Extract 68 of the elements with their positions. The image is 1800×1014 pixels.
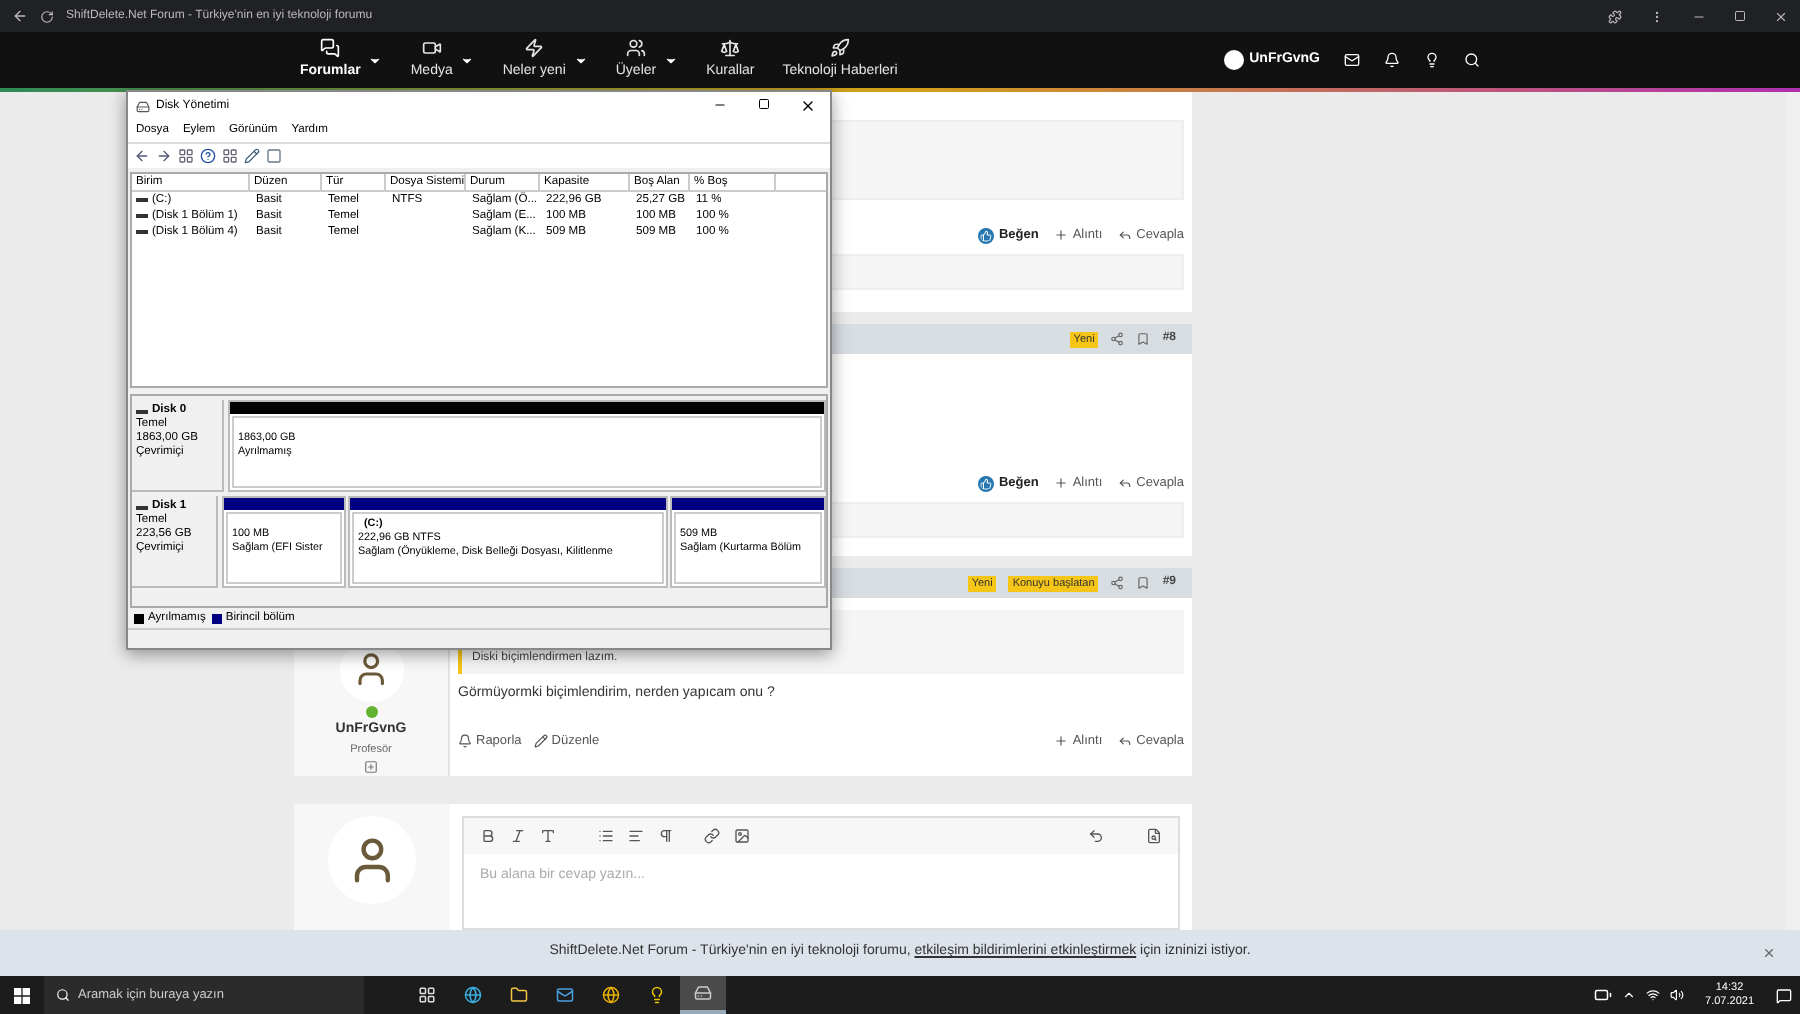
plus-icon [1054, 228, 1069, 243]
plus-icon [1054, 476, 1069, 491]
badge-icon [364, 759, 378, 774]
search-icon [56, 988, 70, 1002]
caret-icon[interactable] [368, 53, 383, 67]
caret-icon[interactable] [664, 53, 679, 67]
task-view-icon [418, 986, 436, 1004]
grid-icon[interactable] [178, 148, 194, 164]
help-icon[interactable] [200, 148, 216, 164]
image-icon[interactable] [734, 828, 750, 844]
maximize-icon[interactable] [1734, 10, 1746, 22]
bookmark-icon[interactable] [1136, 576, 1151, 590]
notifications-icon[interactable] [1776, 987, 1792, 1003]
video-camera-icon [421, 37, 442, 58]
thumbs-up-icon [978, 475, 995, 492]
lightning-icon [524, 37, 545, 58]
share-icon[interactable] [1110, 576, 1125, 590]
lightbulb-icon[interactable] [1424, 52, 1440, 68]
align-icon[interactable] [628, 828, 644, 844]
bookmark-icon[interactable] [1136, 332, 1151, 346]
avatar [1223, 50, 1244, 70]
reply-icon [1118, 228, 1133, 243]
close-icon[interactable] [1774, 9, 1788, 23]
undo-icon[interactable] [1088, 828, 1104, 844]
text-size-icon[interactable] [540, 828, 556, 844]
list-icon[interactable] [598, 828, 614, 844]
reply-icon [1118, 476, 1133, 491]
forward-icon[interactable] [156, 148, 172, 164]
thumbs-up-icon [978, 227, 995, 244]
bell-icon[interactable] [1384, 52, 1400, 68]
windows-logo-icon[interactable] [14, 987, 30, 1003]
mail-icon[interactable] [1344, 52, 1360, 68]
refresh-icon[interactable] [40, 9, 54, 23]
puzzle-icon[interactable] [1608, 9, 1622, 23]
avatar[interactable] [328, 816, 416, 904]
paragraph-icon[interactable] [658, 828, 674, 844]
bell-icon [458, 733, 472, 748]
caret-icon[interactable] [573, 53, 588, 67]
app-icon [648, 986, 666, 1004]
chevron-up-icon[interactable] [1621, 988, 1636, 1002]
scrollbar[interactable] [1786, 92, 1800, 930]
back-icon[interactable] [12, 8, 28, 24]
plus-icon [1054, 733, 1069, 748]
people-icon [625, 37, 646, 58]
caret-icon[interactable] [460, 53, 475, 67]
battery-icon[interactable] [1593, 986, 1612, 1004]
scales-icon [720, 37, 741, 58]
pencil-icon[interactable] [244, 148, 260, 164]
rocket-icon [830, 37, 851, 58]
network-icon[interactable] [1645, 988, 1660, 1002]
chat-bubbles-icon [320, 37, 341, 58]
reply-icon [1118, 733, 1133, 748]
volume-icon[interactable] [1669, 988, 1684, 1002]
pencil-icon [533, 733, 548, 748]
link-icon[interactable] [704, 828, 720, 844]
globe-icon [464, 986, 482, 1004]
preview-icon[interactable] [1146, 828, 1162, 844]
bold-icon[interactable] [480, 828, 496, 844]
search-icon[interactable] [1464, 52, 1480, 68]
mail-icon [556, 986, 574, 1004]
more-icon[interactable] [1650, 9, 1664, 23]
panel-icon[interactable] [266, 148, 282, 164]
italic-icon[interactable] [510, 828, 526, 844]
share-icon[interactable] [1110, 332, 1125, 346]
drive-icon [694, 984, 712, 1002]
back-icon[interactable] [134, 148, 150, 164]
folder-icon [510, 986, 528, 1004]
drive-icon [136, 99, 150, 113]
